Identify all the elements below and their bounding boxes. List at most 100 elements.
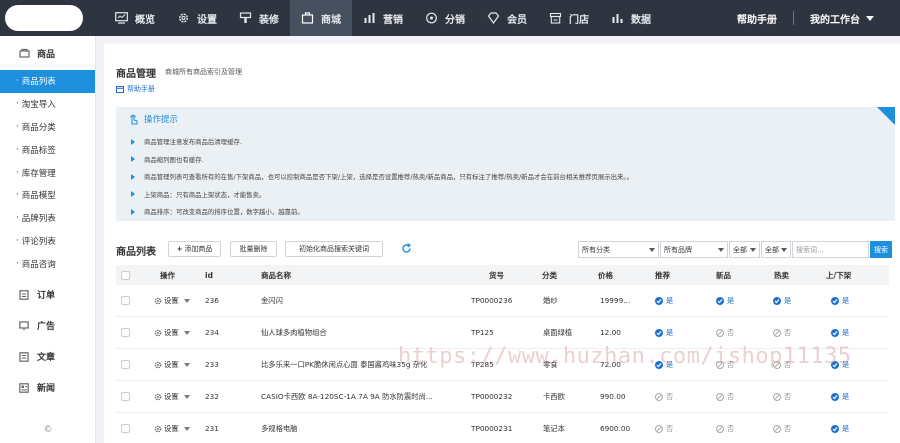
workspace-menu[interactable]: 我的工作台 (810, 11, 874, 26)
category-select[interactable]: 所有分类 (578, 241, 659, 258)
row-checkbox[interactable] (121, 392, 130, 401)
toggle-new[interactable]: 否 (716, 328, 768, 338)
row-settings-menu[interactable]: 设置 (154, 360, 205, 370)
main-nav: 概览 设置 装修 商城 营销 分销 会员 门店 数据 (104, 0, 662, 36)
triangle-right-icon (131, 173, 135, 180)
sidebar-group-label: 文章 (37, 353, 56, 364)
nav-item-7[interactable]: 门店 (538, 0, 600, 36)
chevron-down-icon (183, 298, 190, 303)
gear-icon (154, 361, 162, 368)
check-circle-icon (831, 296, 839, 305)
toggle-recommend[interactable]: 是 (655, 360, 711, 370)
nav-item-5[interactable]: 分销 (414, 0, 476, 36)
sidebar-item-1[interactable]: 淘宝导入 (0, 93, 95, 116)
toggle-on-sale[interactable]: 是 (831, 392, 889, 402)
logo[interactable] (5, 5, 83, 31)
toggle-label: 是 (666, 327, 674, 337)
sidebar-group-3[interactable]: 新闻 (0, 372, 95, 403)
search-button[interactable]: 搜索 (870, 241, 892, 258)
sidebar-group-1[interactable]: 广告 (0, 310, 95, 341)
sidebar-item-6[interactable]: 品牌列表 (0, 207, 95, 230)
toggle-label: 是 (784, 295, 792, 305)
column-header: 热卖 (774, 270, 789, 280)
sidebar-section-goods[interactable]: 商品 (0, 36, 95, 70)
divider (793, 11, 794, 25)
column-header: 新品 (716, 270, 731, 280)
toggle-recommend[interactable]: 是 (655, 328, 711, 338)
filter-select-2-value: 全部 (765, 245, 779, 254)
column-header: 上/下架 (826, 270, 852, 280)
toggle-on-sale[interactable]: 是 (831, 328, 889, 338)
toggle-new[interactable]: 否 (716, 424, 768, 434)
bag-icon (301, 12, 314, 24)
sidebar-group-0[interactable]: 订单 (0, 279, 95, 310)
row-checkbox[interactable] (121, 424, 130, 433)
toggle-new[interactable]: 否 (716, 392, 768, 402)
row-checkbox[interactable] (121, 296, 130, 305)
filter-select-2[interactable]: 全部 (761, 241, 791, 258)
toggle-new[interactable]: 是 (716, 296, 768, 306)
row-checkbox[interactable] (121, 360, 130, 369)
toggle-on-sale[interactable]: 是 (831, 360, 889, 370)
sidebar-item-5[interactable]: 商品模型 (0, 184, 95, 207)
article-icon (19, 351, 29, 362)
toggle-on-sale[interactable]: 是 (831, 424, 889, 434)
add-goods-button[interactable]: + 添加商品 (168, 241, 221, 257)
nav-item-1[interactable]: 设置 (166, 0, 228, 36)
help-manual-link[interactable]: 帮助手册 (737, 11, 777, 26)
toggle-hot[interactable]: 否 (773, 328, 826, 338)
nav-item-3[interactable]: 商城 (290, 0, 352, 36)
toggle-recommend[interactable]: 是 (655, 296, 711, 306)
nav-item-4[interactable]: 营销 (352, 0, 414, 36)
table-row: 设置 231 多规格电脑 TP0000231 笔记本 6900.00 否 否 否 是 (116, 413, 889, 443)
nav-item-0[interactable]: 概览 (104, 0, 166, 36)
init-keywords-button[interactable]: 初始化商品搜索关键词 (285, 241, 383, 257)
nav-item-6[interactable]: 会员 (476, 0, 538, 36)
toggle-recommend[interactable]: 否 (655, 424, 711, 434)
sidebar-item-2[interactable]: 商品分类 (0, 116, 95, 139)
sidebar-item-7[interactable]: 评论列表 (0, 230, 95, 253)
nav-item-8[interactable]: 数据 (600, 0, 662, 36)
filter-select-1[interactable]: 全部 (729, 241, 760, 258)
add-goods-label: 添加商品 (184, 245, 213, 253)
row-settings-menu[interactable]: 设置 (154, 328, 205, 338)
chevron-down-icon (718, 248, 724, 252)
nav-item-2[interactable]: 装修 (228, 0, 290, 36)
sidebar-item-8[interactable]: 商品咨询 (0, 252, 95, 275)
sidebar-item-4[interactable]: 库存管理 (0, 161, 95, 184)
toggle-hot[interactable]: 否 (773, 392, 826, 402)
tips-list: 商品管理注意发布商品后清理缓存. 商品缩列图也有缓存. 商品管理列表可查看所有的在售… (131, 133, 633, 221)
cell-price: 72.00 (600, 360, 621, 369)
batch-delete-button[interactable]: 批量删除 (230, 241, 277, 257)
list-toolbar: 商品列表 + 添加商品 批量删除 初始化商品搜索关键词 所有分类 所有品牌 全部… (116, 240, 895, 260)
chevron-down-icon (183, 394, 190, 399)
store-icon (549, 12, 562, 24)
row-settings-menu[interactable]: 设置 (154, 296, 205, 306)
row-settings-menu[interactable]: 设置 (154, 392, 205, 402)
tip-item: 商品管理注意发布商品后清理缓存. (131, 133, 633, 151)
sidebar-item-0[interactable]: 商品列表 (0, 70, 95, 93)
row-settings-menu[interactable]: 设置 (154, 424, 205, 434)
collapse-corner[interactable] (877, 107, 895, 125)
toggle-hot[interactable]: 否 (773, 360, 826, 370)
toggle-hot[interactable]: 是 (773, 296, 826, 306)
help-link[interactable]: 帮助手册 (116, 84, 155, 94)
cell-category: 婚纱 (543, 295, 558, 305)
toggle-new[interactable]: 否 (716, 360, 768, 370)
toggle-on-sale[interactable]: 是 (831, 296, 889, 306)
nav-item-label: 门店 (569, 14, 589, 26)
sidebar-group-2[interactable]: 文章 (0, 341, 95, 372)
row-checkbox[interactable] (121, 328, 130, 337)
cell-sku: TP0000236 (471, 296, 513, 305)
search-input[interactable]: 搜索词... (792, 241, 869, 258)
nav-item-label: 营销 (383, 14, 403, 26)
toggle-recommend[interactable]: 否 (655, 392, 711, 402)
refresh-icon[interactable] (401, 243, 412, 254)
toggle-label: 否 (666, 391, 674, 401)
brand-select[interactable]: 所有品牌 (660, 241, 728, 258)
sidebar-item-3[interactable]: 商品标签 (0, 138, 95, 161)
select-all-checkbox[interactable] (121, 270, 130, 280)
toggle-label: 是 (842, 423, 850, 433)
toggle-hot[interactable]: 否 (773, 424, 826, 434)
ban-icon (773, 360, 781, 369)
